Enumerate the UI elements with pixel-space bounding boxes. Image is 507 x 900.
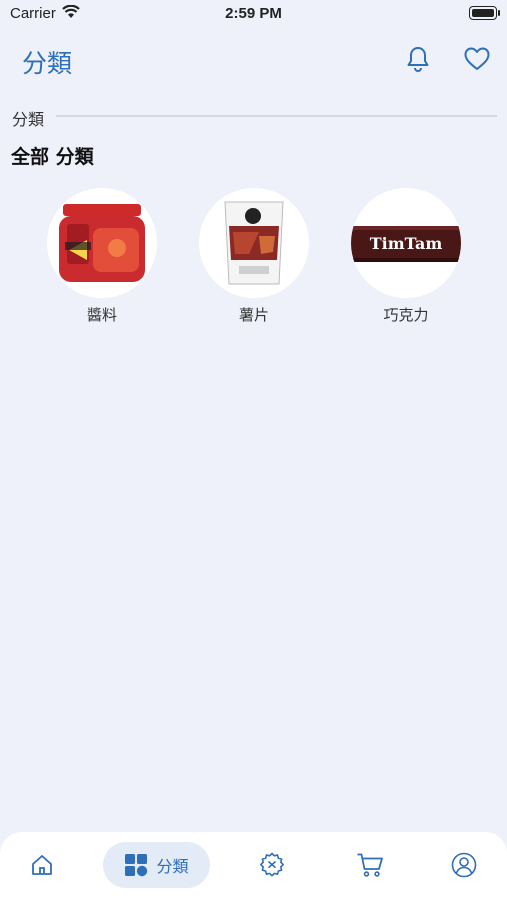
category-item-chips[interactable]: 薯片: [199, 188, 309, 325]
category-item-chocolate[interactable]: TimTam 巧克力: [351, 188, 461, 325]
category-image: [199, 188, 309, 298]
page-title: 分類: [22, 49, 73, 78]
chips-bag-image: [224, 201, 284, 285]
clock: 2:59 PM: [225, 5, 282, 22]
header: 分類: [0, 40, 507, 84]
tab-categories[interactable]: 分類: [103, 842, 210, 888]
section-label: 分類: [12, 110, 45, 129]
status-bar: Carrier 2:59 PM: [0, 0, 507, 30]
bell-icon[interactable]: [403, 44, 433, 74]
category-image: [47, 188, 157, 298]
timtam-text: TimTam: [370, 234, 443, 253]
grid-icon: [125, 854, 148, 877]
battery-icon: [469, 6, 500, 20]
tab-bar: 分類: [0, 832, 507, 900]
category-label: 薯片: [238, 306, 269, 324]
category-label: 巧克力: [383, 306, 429, 324]
category-item-sauce[interactable]: 醬料: [47, 188, 157, 325]
timtam-pack-image: TimTam: [351, 226, 461, 262]
divider: [56, 115, 497, 117]
badge-icon: [260, 852, 284, 877]
tab-home[interactable]: [22, 842, 62, 888]
tab-offers[interactable]: [252, 842, 292, 888]
all-categories-title: 全部 分類: [11, 146, 94, 168]
home-icon: [32, 855, 52, 875]
user-icon: [451, 852, 477, 878]
cart-icon: [357, 853, 383, 877]
tab-cart[interactable]: [348, 842, 392, 888]
category-image: TimTam: [351, 188, 461, 298]
tab-profile[interactable]: [444, 842, 484, 888]
doritos-salsa-jar-image: [59, 204, 145, 282]
section-header: 分類: [10, 104, 497, 129]
category-label: 醬料: [86, 306, 117, 324]
heart-icon[interactable]: [462, 44, 492, 74]
tab-categories-label: 分類: [156, 857, 189, 876]
